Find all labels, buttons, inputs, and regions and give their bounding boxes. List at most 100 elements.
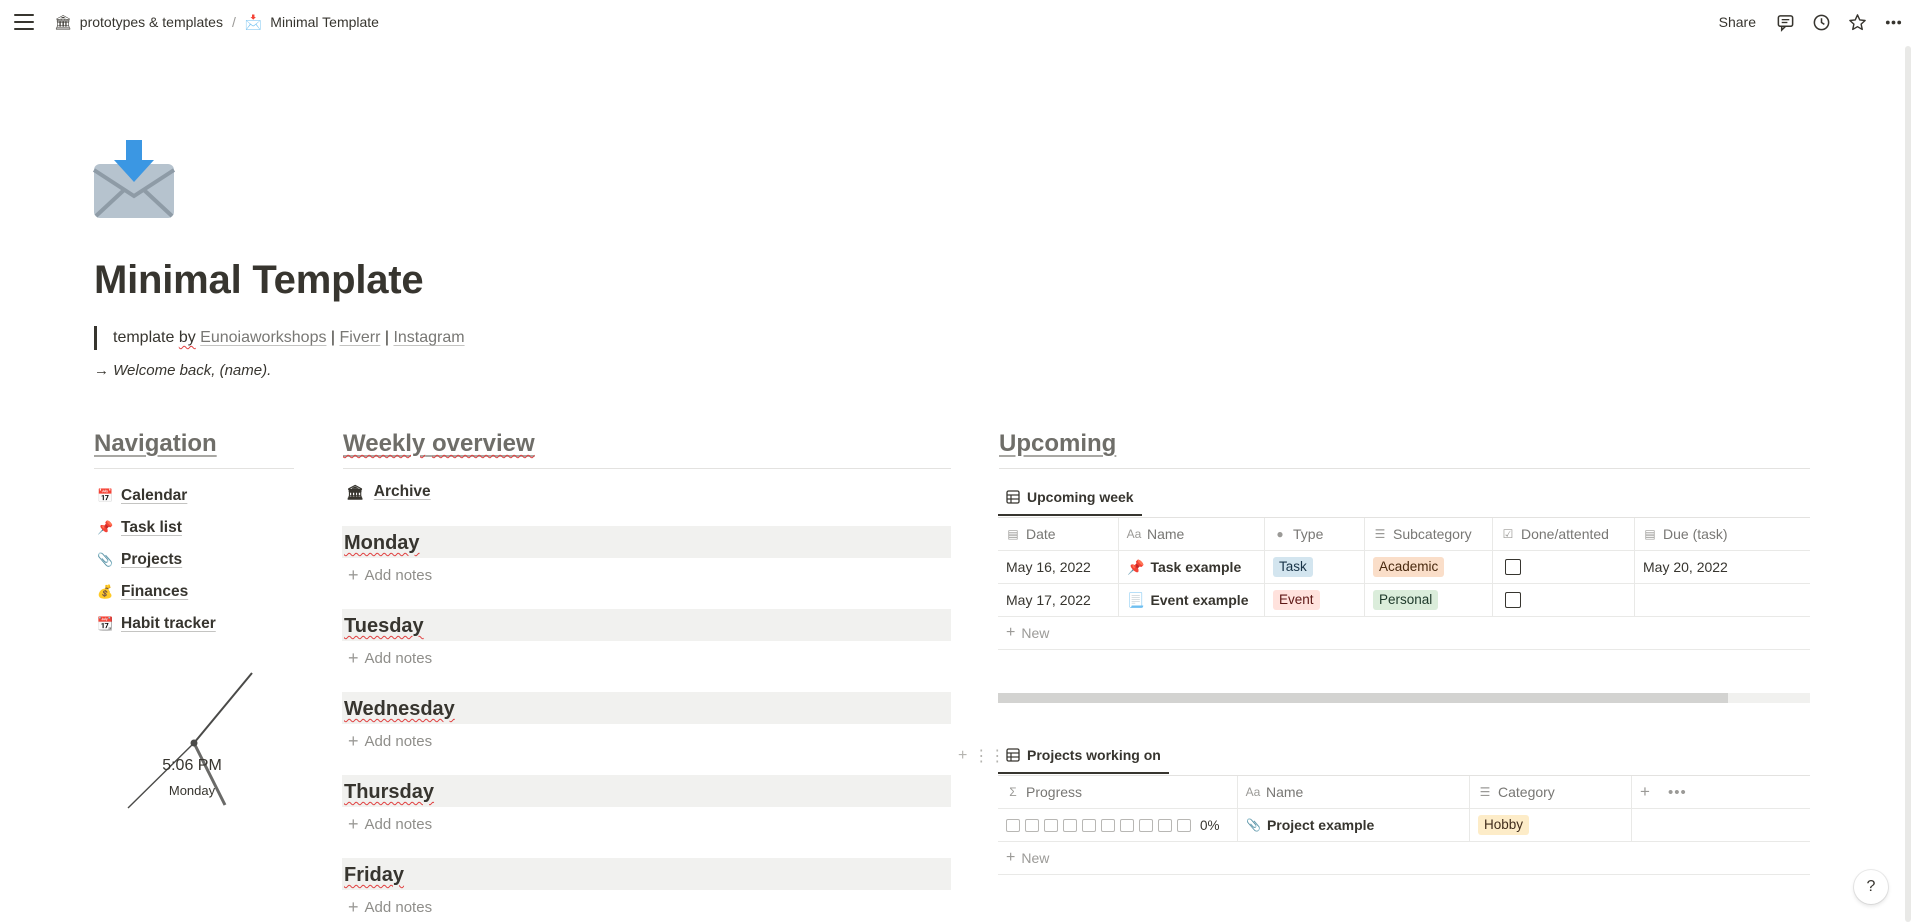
link-instagram[interactable]: Instagram xyxy=(393,329,464,346)
plus-icon[interactable]: + xyxy=(958,747,967,765)
share-button[interactable]: Share xyxy=(1719,14,1756,30)
hamburger-icon[interactable] xyxy=(14,14,34,30)
day-heading-text: Friday xyxy=(344,864,405,886)
add-notes-button[interactable]: + Add notes xyxy=(342,641,951,675)
quote-prefix: template xyxy=(113,329,179,346)
money-bag-icon: 💰 xyxy=(97,584,114,599)
nav-item-label: Finances xyxy=(121,583,189,600)
new-row-button[interactable]: + New xyxy=(998,842,1810,875)
cell-progress: 0% xyxy=(998,809,1238,841)
overview-word: overview xyxy=(431,430,535,457)
breadcrumb-item-workspace[interactable]: prototypes & templates xyxy=(80,14,223,30)
table-header-row: Σ Progress Aa Name ☰ Category + ••• xyxy=(998,776,1810,809)
paperclip-icon: 📎 xyxy=(97,552,114,567)
column-header-name[interactable]: Aa Name xyxy=(1119,518,1265,550)
day-heading[interactable]: Tuesday xyxy=(342,609,951,641)
quote-separator: | xyxy=(326,329,340,346)
link-fiverr[interactable]: Fiverr xyxy=(340,329,381,346)
add-notes-label: Add notes xyxy=(364,649,433,667)
horizontal-scrollbar[interactable] xyxy=(998,693,1810,703)
breadcrumb-separator: / xyxy=(231,14,236,30)
add-notes-button[interactable]: + Add notes xyxy=(342,890,951,922)
breadcrumb-item-page[interactable]: Minimal Template xyxy=(270,14,379,30)
add-notes-button[interactable]: + Add notes xyxy=(342,558,951,592)
cell-date: May 17, 2022 xyxy=(998,584,1119,616)
day-heading[interactable]: Thursday xyxy=(342,775,951,807)
weekly-divider xyxy=(343,468,951,469)
nav-item-finances[interactable]: 💰 Finances xyxy=(94,576,294,608)
vertical-scrollbar[interactable] xyxy=(1905,46,1913,922)
tab-projects-working-on[interactable]: Projects working on xyxy=(998,738,1169,774)
paperclip-icon: 📎 xyxy=(1246,818,1261,832)
tab-upcoming-week[interactable]: Upcoming week xyxy=(998,480,1142,516)
column-header-type[interactable]: ● Type xyxy=(1265,518,1365,550)
tab-label: Upcoming week xyxy=(1027,489,1134,505)
column-header-done[interactable]: ☑ Done/attented xyxy=(1493,518,1635,550)
cell-category[interactable]: Hobby xyxy=(1470,809,1632,841)
new-row-label: New xyxy=(1021,850,1050,866)
column-header-progress[interactable]: Σ Progress xyxy=(998,776,1238,808)
add-notes-button[interactable]: + Add notes xyxy=(342,807,951,841)
nav-item-label: Projects xyxy=(121,551,183,568)
plus-icon: + xyxy=(348,896,359,917)
formula-icon: Σ xyxy=(1009,785,1017,799)
cell-name[interactable]: 📎 Project example xyxy=(1238,809,1470,841)
day-heading[interactable]: Monday xyxy=(342,526,951,558)
cell-name[interactable]: 📌 Task example xyxy=(1119,551,1265,583)
comment-icon[interactable] xyxy=(1774,11,1796,33)
column-header-category[interactable]: ☰ Category xyxy=(1470,776,1632,808)
column-header-label: Name xyxy=(1147,526,1185,542)
envelope-with-arrow-icon[interactable] xyxy=(92,138,176,222)
cell-name-text: Project example xyxy=(1266,817,1375,833)
column-header-label: Due (task) xyxy=(1663,526,1728,542)
plus-icon: + xyxy=(348,730,359,751)
table-row[interactable]: 0% 📎 Project example Hobby xyxy=(998,809,1810,842)
upcoming-heading: Upcoming xyxy=(999,430,1117,457)
nav-item-task-list[interactable]: 📌 Task list xyxy=(94,512,294,544)
column-header-label: Subcategory xyxy=(1393,526,1472,542)
projects-tabs: Projects working on xyxy=(998,738,1169,774)
star-icon[interactable] xyxy=(1846,11,1868,33)
nav-item-calendar[interactable]: 📅 Calendar xyxy=(94,480,294,512)
nav-item-habit-tracker[interactable]: 📆 Habit tracker xyxy=(94,608,294,640)
column-header-date[interactable]: ▤ Date xyxy=(998,518,1119,550)
link-eunoiaworkshops[interactable]: Eunoiaworkshops xyxy=(200,329,326,346)
table-row[interactable]: May 17, 2022 📃 Event example Event Person… xyxy=(998,584,1810,617)
history-icon[interactable] xyxy=(1810,11,1832,33)
column-header-name[interactable]: Aa Name xyxy=(1238,776,1470,808)
cell-subcategory[interactable]: Academic xyxy=(1365,551,1493,583)
breadcrumb-page-icon: 📩 xyxy=(244,13,263,30)
column-header-subcategory[interactable]: ☰ Subcategory xyxy=(1365,518,1493,550)
projects-table: Σ Progress Aa Name ☰ Category + ••• 0% 📎 Pro… xyxy=(998,776,1810,875)
page-title[interactable]: Minimal Template xyxy=(94,258,424,303)
cell-subcategory[interactable]: Personal xyxy=(1365,584,1493,616)
day-heading[interactable]: Friday xyxy=(342,858,951,890)
new-row-button[interactable]: + New xyxy=(998,617,1810,650)
day-heading-text: Tuesday xyxy=(344,615,424,637)
more-icon[interactable]: ••• xyxy=(1668,784,1687,801)
more-icon[interactable] xyxy=(1882,11,1904,33)
column-header-due[interactable]: ▤ Due (task) xyxy=(1635,518,1810,550)
help-button[interactable]: ? xyxy=(1854,870,1888,904)
done-checkbox[interactable] xyxy=(1505,559,1521,575)
add-column-icon[interactable]: + xyxy=(1640,782,1650,802)
cell-type[interactable]: Event xyxy=(1265,584,1365,616)
pushpin-icon: 📌 xyxy=(1127,558,1145,575)
cell-due: May 20, 2022 xyxy=(1643,559,1728,575)
add-notes-button[interactable]: + Add notes xyxy=(342,724,951,758)
cell-type[interactable]: Task xyxy=(1265,551,1365,583)
plus-icon: + xyxy=(348,564,359,585)
archive-link[interactable]: 🏛 Archive xyxy=(346,480,431,504)
table-row[interactable]: May 16, 2022 📌 Task example Task Academic… xyxy=(998,551,1810,584)
nav-item-projects[interactable]: 📎 Projects xyxy=(94,544,294,576)
column-header-label: Name xyxy=(1266,784,1304,800)
table-icon xyxy=(1006,490,1020,504)
table-icon xyxy=(1006,748,1020,762)
progress-bar xyxy=(1006,818,1191,832)
navigation-list: 📅 Calendar 📌 Task list 📎 Projects 💰 Finances… xyxy=(94,480,294,640)
done-checkbox[interactable] xyxy=(1505,592,1521,608)
cell-done xyxy=(1493,584,1635,616)
day-heading[interactable]: Wednesday xyxy=(342,692,951,724)
type-tag: Task xyxy=(1273,557,1313,577)
cell-name[interactable]: 📃 Event example xyxy=(1119,584,1265,616)
